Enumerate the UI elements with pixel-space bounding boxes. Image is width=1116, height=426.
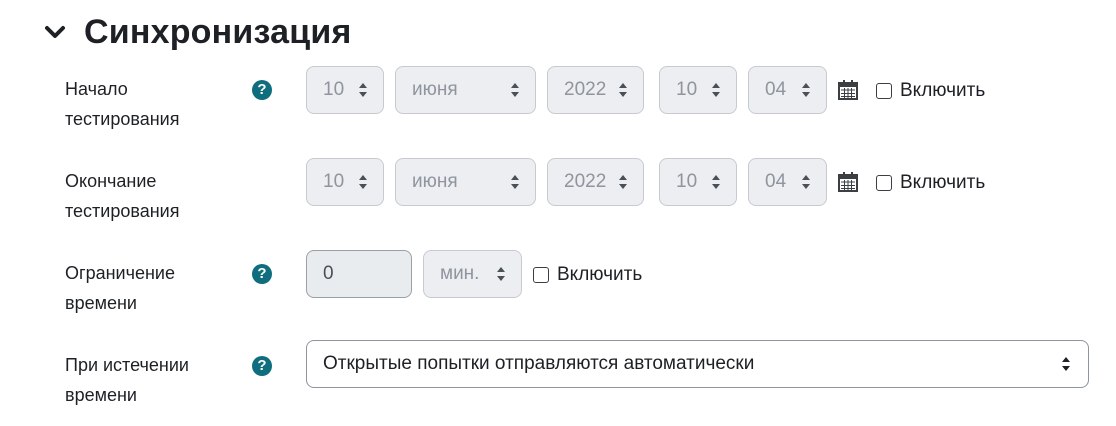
open-minute-select[interactable]: 04 <box>748 66 827 114</box>
caret-icon <box>1062 357 1070 371</box>
caret-icon <box>712 175 720 189</box>
open-day-select[interactable]: 10 <box>306 66 384 114</box>
caret-icon <box>619 175 627 189</box>
calendar-icon[interactable] <box>837 79 859 101</box>
open-enable-checkbox[interactable]: Включить <box>876 80 985 102</box>
open-date-label: Начало тестирования <box>65 79 180 129</box>
close-month-select[interactable]: июня <box>395 158 536 206</box>
caret-icon <box>619 83 627 97</box>
close-hour-select[interactable]: 10 <box>659 158 737 206</box>
checkbox-box[interactable] <box>876 175 892 191</box>
close-day-select[interactable]: 10 <box>306 158 384 206</box>
timelimit-unit-select[interactable]: мин. <box>423 250 522 298</box>
open-year-select[interactable]: 2022 <box>547 66 644 114</box>
checkbox-box[interactable] <box>533 267 549 283</box>
timelimit-input[interactable]: 0 <box>306 250 412 298</box>
caret-icon <box>712 83 720 97</box>
caret-icon <box>359 175 367 189</box>
open-hour-select[interactable]: 10 <box>659 66 737 114</box>
close-year-select[interactable]: 2022 <box>547 158 644 206</box>
overdue-label: При истечении времени <box>65 355 189 405</box>
caret-icon <box>511 175 519 189</box>
calendar-icon[interactable] <box>837 171 859 193</box>
overdue-select[interactable]: Открытые попытки отправляются автоматиче… <box>306 340 1089 388</box>
timelimit-enable-checkbox[interactable]: Включить <box>533 264 642 286</box>
section-title: Синхронизация <box>84 12 352 51</box>
chevron-down-icon[interactable] <box>40 17 70 47</box>
timelimit-label: Ограничение времени <box>65 263 175 313</box>
checkbox-box[interactable] <box>876 83 892 99</box>
close-enable-checkbox[interactable]: Включить <box>876 172 985 194</box>
open-month-select[interactable]: июня <box>395 66 536 114</box>
caret-icon <box>497 267 505 281</box>
close-date-label: Окончание тестирования <box>65 171 180 221</box>
help-icon[interactable]: ? <box>252 356 272 376</box>
caret-icon <box>802 83 810 97</box>
caret-icon <box>802 175 810 189</box>
help-icon[interactable]: ? <box>252 264 272 284</box>
caret-icon <box>511 83 519 97</box>
section-header[interactable]: Синхронизация <box>40 8 351 56</box>
help-icon[interactable]: ? <box>252 80 272 100</box>
close-minute-select[interactable]: 04 <box>748 158 827 206</box>
caret-icon <box>359 83 367 97</box>
